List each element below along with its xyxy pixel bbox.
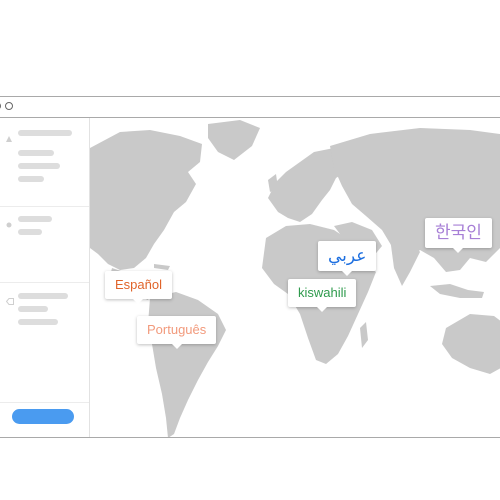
language-tag-arabic[interactable]: عربي [318, 241, 377, 276]
australia-shape [442, 314, 500, 374]
sidebar-item[interactable] [18, 229, 42, 235]
sidebar-item[interactable] [18, 216, 52, 222]
sidebar-item[interactable] [18, 319, 58, 325]
language-tag-spanish[interactable]: Español [105, 271, 172, 304]
language-label-swahili: kiswahili [298, 285, 347, 300]
sidebar-section-3 [0, 282, 89, 403]
primary-button[interactable] [12, 409, 74, 424]
sidebar [0, 118, 90, 437]
indonesia-shape [430, 284, 484, 298]
window-control-circle[interactable] [0, 102, 1, 110]
sidebar-item[interactable] [18, 150, 54, 156]
app-window: Español Português kiswahili عربي 한국인 [0, 96, 500, 438]
triangle-icon [6, 129, 12, 142]
language-tag-swahili[interactable]: kiswahili [288, 279, 357, 312]
language-label-arabic: عربي [328, 246, 367, 265]
sidebar-item[interactable] [18, 293, 68, 299]
sidebar-item[interactable] [18, 306, 48, 312]
south-america-shape [148, 292, 226, 437]
title-bar [0, 97, 500, 118]
dot-icon [6, 215, 12, 228]
language-label-portuguese: Português [147, 322, 207, 337]
world-map: Español Português kiswahili عربي 한국인 [90, 118, 500, 437]
caribbean-shape [154, 264, 170, 270]
north-america-shape [90, 130, 202, 270]
language-label-korean: 한국인 [435, 223, 482, 242]
sidebar-section-1 [0, 118, 89, 207]
language-tag-korean[interactable]: 한국인 [425, 218, 492, 253]
window-control-circle[interactable] [5, 102, 13, 110]
madagascar-shape [360, 322, 368, 348]
sidebar-item[interactable] [18, 130, 72, 136]
sidebar-section-2 [0, 206, 89, 283]
sidebar-item[interactable] [18, 163, 60, 169]
greenland-shape [208, 120, 260, 160]
tag-icon [5, 292, 14, 305]
sidebar-item[interactable] [18, 176, 44, 182]
language-tag-portuguese[interactable]: Português [137, 316, 217, 349]
language-label-spanish: Español [115, 277, 162, 292]
